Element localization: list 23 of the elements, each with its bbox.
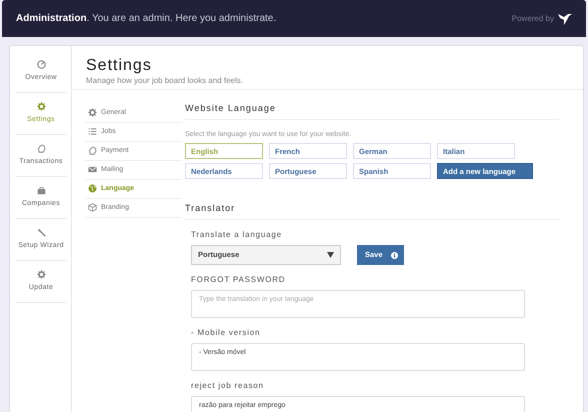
bird-logo-icon <box>558 12 572 24</box>
info-icon <box>390 252 398 258</box>
gear-icon <box>88 108 97 118</box>
gear-icon <box>36 270 46 279</box>
cube-icon <box>88 203 97 212</box>
section-heading: Website Language <box>185 102 559 120</box>
field-label: Translate a language <box>191 229 283 241</box>
page-title: Settings <box>86 56 153 76</box>
powered-by-text: Powered by <box>512 12 554 24</box>
field-label: FORGOT PASSWORD <box>191 274 286 286</box>
section-heading: Translator <box>185 203 559 220</box>
gauge-icon <box>36 60 46 69</box>
list-icon <box>88 127 97 136</box>
caret-icon <box>327 252 334 258</box>
page-subtitle: Manage how your job board looks and feels. <box>86 75 244 88</box>
briefcase-icon <box>36 186 46 195</box>
envelope-icon <box>88 165 97 174</box>
field-label: - Mobile version <box>191 327 262 339</box>
globe-icon <box>88 184 97 194</box>
field-label: reject job reason <box>191 380 265 392</box>
gear-icon <box>36 102 46 111</box>
admin-message: Administration. You are an admin. Here you administrate. <box>16 12 276 26</box>
wand-icon <box>36 228 46 237</box>
